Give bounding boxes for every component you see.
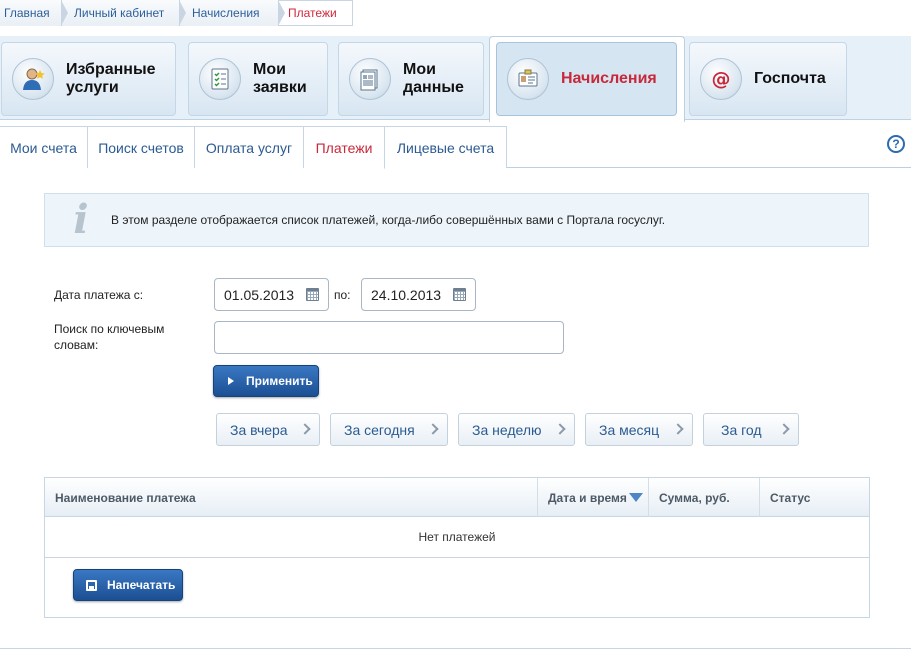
document-icon bbox=[349, 58, 391, 100]
breadcrumb-current: Платежи bbox=[279, 0, 353, 26]
empty-table-message: Нет платежей bbox=[45, 517, 869, 558]
chevron-right-icon bbox=[672, 423, 684, 435]
filter-today-button[interactable]: За сегодня bbox=[330, 413, 448, 446]
user-star-icon bbox=[12, 58, 54, 100]
table-header: Наименование платежа Дата и время Сумма,… bbox=[45, 478, 869, 517]
tab-favorite-services-label: Избранные услуги bbox=[66, 61, 156, 96]
info-icon: i bbox=[73, 196, 89, 243]
print-button-label: Напечатать bbox=[107, 578, 176, 592]
filter-week-label: За неделю bbox=[472, 421, 542, 438]
apply-button[interactable]: Применить bbox=[213, 365, 319, 397]
filter-yesterday-button[interactable]: За вчера bbox=[216, 413, 320, 446]
floppy-icon bbox=[86, 579, 97, 591]
column-status[interactable]: Статус bbox=[759, 478, 869, 517]
keywords-input[interactable] bbox=[214, 321, 564, 354]
info-box: i В этом разделе отображается список пла… bbox=[44, 193, 869, 247]
tab-my-data[interactable]: Мои данные bbox=[338, 42, 484, 116]
play-icon bbox=[228, 377, 234, 385]
calendar-icon[interactable] bbox=[306, 288, 319, 301]
subtab-search-bills[interactable]: Поиск счетов bbox=[88, 126, 195, 168]
tab-my-data-label: Мои данные bbox=[403, 61, 464, 96]
tab-my-requests-label: Мои заявки bbox=[253, 61, 307, 96]
info-text: В этом разделе отображается список плате… bbox=[111, 213, 666, 227]
footer-divider bbox=[0, 648, 911, 649]
breadcrumb-home[interactable]: Главная bbox=[0, 0, 68, 26]
help-icon[interactable]: ? bbox=[887, 135, 905, 153]
id-card-icon bbox=[507, 58, 549, 100]
chevron-right-icon bbox=[554, 423, 566, 435]
date-to-input[interactable]: 24.10.2013 bbox=[361, 278, 476, 311]
filter-yesterday-label: За вчера bbox=[230, 421, 288, 438]
filter-month-button[interactable]: За месяц bbox=[585, 413, 693, 446]
filter-month-label: За месяц bbox=[599, 421, 660, 438]
print-button[interactable]: Напечатать bbox=[73, 569, 183, 601]
chevron-right-icon bbox=[299, 423, 311, 435]
subtab-payments[interactable]: Платежи bbox=[304, 126, 385, 169]
filter-year-label: За год bbox=[721, 421, 762, 438]
subtab-pay-services[interactable]: Оплата услуг bbox=[195, 126, 304, 168]
date-from-input[interactable]: 01.05.2013 bbox=[214, 278, 329, 311]
subtab-my-bills[interactable]: Мои счета bbox=[0, 126, 88, 168]
filter-week-button[interactable]: За неделю bbox=[458, 413, 575, 446]
svg-text:@: @ bbox=[712, 68, 731, 90]
tab-favorite-services[interactable]: Избранные услуги bbox=[1, 42, 176, 116]
tab-my-requests[interactable]: Мои заявки bbox=[188, 42, 328, 116]
date-from-label: Дата платежа с: bbox=[54, 288, 144, 302]
column-date-time[interactable]: Дата и время bbox=[537, 478, 648, 517]
chevron-right-icon bbox=[427, 423, 439, 435]
filter-today-label: За сегодня bbox=[344, 421, 415, 438]
checklist-icon bbox=[199, 58, 241, 100]
subtab-personal-accounts[interactable]: Лицевые счета bbox=[385, 126, 507, 168]
sub-tabs-bar: Мои счета Поиск счетов Оплата услуг Плат… bbox=[0, 126, 911, 169]
breadcrumb-charges[interactable]: Начисления bbox=[180, 0, 285, 26]
date-to-value: 24.10.2013 bbox=[371, 286, 442, 303]
breadcrumb: Главная Личный кабинет Начисления Платеж… bbox=[0, 0, 353, 26]
tab-charges[interactable]: Начисления bbox=[496, 42, 677, 116]
column-payment-name[interactable]: Наименование платежа bbox=[45, 478, 537, 517]
tab-gosmail[interactable]: @ Госпочта bbox=[689, 42, 847, 116]
column-amount[interactable]: Сумма, руб. bbox=[648, 478, 759, 517]
filter-year-button[interactable]: За год bbox=[703, 413, 799, 446]
column-date-time-label: Дата и время bbox=[548, 490, 627, 505]
payments-table: Наименование платежа Дата и время Сумма,… bbox=[44, 477, 870, 618]
date-to-label: по: bbox=[334, 288, 351, 302]
breadcrumb-cabinet[interactable]: Личный кабинет bbox=[62, 0, 186, 26]
calendar-icon[interactable] bbox=[453, 288, 466, 301]
tab-charges-label: Начисления bbox=[561, 70, 657, 87]
date-from-value: 01.05.2013 bbox=[224, 286, 295, 303]
apply-button-label: Применить bbox=[246, 374, 313, 388]
chevron-right-icon bbox=[778, 423, 790, 435]
keywords-label: Поиск по ключевым словам: bbox=[54, 322, 165, 352]
sort-down-icon bbox=[628, 493, 643, 502]
tab-gosmail-label: Госпочта bbox=[754, 70, 826, 87]
at-mail-icon: @ bbox=[700, 58, 742, 100]
